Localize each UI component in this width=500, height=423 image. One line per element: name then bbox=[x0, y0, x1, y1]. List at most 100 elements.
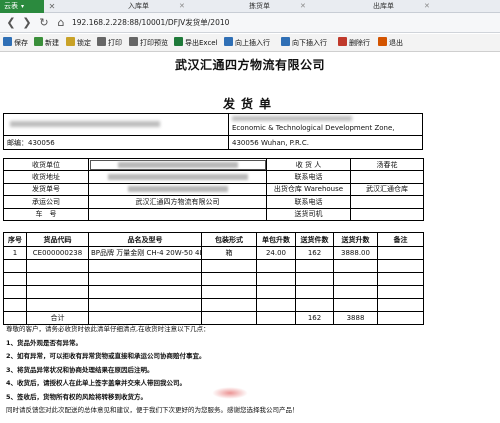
table-row: 收货地址 联系电话 bbox=[3, 170, 424, 184]
table-cell[interactable]: BP品牌 万量金刚 CH-4 20W-50 4L bbox=[88, 246, 202, 260]
close-icon[interactable]: ✕ bbox=[424, 2, 430, 10]
table-cell[interactable] bbox=[26, 285, 89, 299]
column-header: 送货件数 bbox=[295, 232, 334, 247]
carrier-label: 承运公司 bbox=[3, 195, 89, 209]
table-row: 收货单位 收 货 人 汤春花 bbox=[3, 157, 424, 172]
table-cell[interactable] bbox=[333, 259, 378, 273]
carrier-field[interactable]: 武汉汇通四方物流有限公司 bbox=[88, 195, 267, 209]
column-header: 品名及型号 bbox=[88, 232, 202, 247]
table-cell[interactable] bbox=[3, 259, 27, 273]
table-cell[interactable]: 1 bbox=[3, 246, 27, 260]
table-cell[interactable] bbox=[295, 259, 334, 273]
exit-button[interactable]: 退出 bbox=[378, 37, 403, 49]
table-cell[interactable] bbox=[3, 298, 27, 312]
button-label: 退出 bbox=[389, 39, 403, 47]
ship-number-label: 发货单号 bbox=[3, 182, 89, 197]
tab-inbound[interactable]: 入库单 ✕ bbox=[128, 0, 185, 13]
table-cell[interactable] bbox=[377, 246, 424, 260]
url-field[interactable]: 192.168.2.228:88/10001/DFJV发货单/2010 bbox=[72, 17, 229, 29]
table-cell[interactable] bbox=[256, 285, 296, 299]
print-preview-icon bbox=[129, 37, 138, 46]
table-cell[interactable] bbox=[377, 272, 424, 286]
table-cell[interactable] bbox=[201, 272, 257, 286]
table-cell[interactable] bbox=[3, 285, 27, 299]
warehouse-field[interactable]: 武汉汇通仓库 bbox=[350, 182, 424, 197]
redacted-text bbox=[10, 121, 160, 127]
new-button[interactable]: 新建 bbox=[34, 37, 59, 49]
table-cell[interactable] bbox=[201, 298, 257, 312]
tab-outbound[interactable]: 出库单 ✕ bbox=[373, 0, 430, 13]
table-cell[interactable] bbox=[88, 298, 202, 312]
table-row bbox=[3, 298, 424, 312]
print-preview-button[interactable]: 打印预览 bbox=[129, 37, 168, 49]
phone-field[interactable] bbox=[350, 170, 424, 184]
table-cell[interactable] bbox=[333, 272, 378, 286]
ship-number-field[interactable] bbox=[88, 182, 267, 197]
shipping-info-table: 收货单位 收 货 人 汤春花 收货地址 联系电话 发货单号 出货仓库 Wareh… bbox=[3, 157, 424, 221]
driver-field[interactable] bbox=[350, 207, 424, 221]
table-cell[interactable] bbox=[295, 272, 334, 286]
lock-button[interactable]: 锁定 bbox=[66, 37, 91, 49]
table-cell[interactable] bbox=[201, 285, 257, 299]
back-icon[interactable]: ❮ bbox=[4, 16, 18, 30]
table-cell[interactable] bbox=[333, 298, 378, 312]
close-icon[interactable]: ✕ bbox=[179, 2, 185, 10]
table-cell[interactable] bbox=[377, 285, 424, 299]
table-cell[interactable]: 3888.00 bbox=[333, 246, 378, 260]
table-cell[interactable]: 箱 bbox=[201, 246, 257, 260]
receiver-address-field[interactable] bbox=[88, 170, 267, 184]
table-cell[interactable] bbox=[333, 285, 378, 299]
tab-label: 云表 bbox=[4, 2, 18, 10]
save-button[interactable]: 保存 bbox=[3, 37, 28, 49]
table-cell[interactable] bbox=[377, 298, 424, 312]
vehicle-field[interactable] bbox=[88, 207, 267, 221]
table-cell[interactable]: CE000000238 bbox=[26, 246, 89, 260]
redacted-text bbox=[117, 161, 238, 168]
table-cell[interactable] bbox=[26, 259, 89, 273]
tab-picking[interactable]: 拣货单 ✕ bbox=[249, 0, 306, 13]
table-cell[interactable] bbox=[256, 259, 296, 273]
print-button[interactable]: 打印 bbox=[97, 37, 122, 49]
table-row: 车 号 送货司机 bbox=[3, 207, 424, 221]
table-cell[interactable]: 162 bbox=[295, 246, 334, 260]
button-label: 删除行 bbox=[349, 39, 370, 47]
receiver-label: 收 货 人 bbox=[266, 157, 351, 172]
table-row: 1 CE000000238 BP品牌 万量金刚 CH-4 20W-50 4L 箱… bbox=[3, 246, 424, 260]
close-icon[interactable]: ✕ bbox=[46, 0, 58, 13]
forward-icon[interactable]: ❯ bbox=[20, 16, 34, 30]
home-icon[interactable]: ⌂ bbox=[54, 16, 68, 30]
address-bar: ❮ ❯ ↻ ⌂ 192.168.2.228:88/10001/DFJV发货单/2… bbox=[0, 13, 500, 33]
button-label: 新建 bbox=[45, 39, 59, 47]
redacted-text bbox=[127, 186, 228, 193]
table-cell[interactable] bbox=[256, 298, 296, 312]
table-cell[interactable] bbox=[88, 259, 202, 273]
table-cell[interactable] bbox=[201, 259, 257, 273]
receiver-unit-field[interactable] bbox=[88, 157, 267, 172]
tab-yunbiao[interactable]: 云表 ▾ bbox=[0, 0, 44, 13]
export-excel-button[interactable]: 导出Excel bbox=[174, 37, 218, 49]
table-cell[interactable] bbox=[26, 272, 89, 286]
vehicle-label: 车 号 bbox=[3, 207, 89, 221]
carrier-phone-field[interactable] bbox=[350, 195, 424, 209]
table-cell[interactable] bbox=[26, 298, 89, 312]
insert-row-above-button[interactable]: 向上插入行 bbox=[224, 37, 270, 49]
column-header: 包装形式 bbox=[201, 232, 257, 247]
table-cell[interactable] bbox=[377, 259, 424, 273]
driver-label: 送货司机 bbox=[266, 207, 351, 221]
table-cell[interactable] bbox=[88, 285, 202, 299]
delete-row-button[interactable]: 删除行 bbox=[338, 37, 370, 49]
table-cell[interactable] bbox=[88, 272, 202, 286]
chevron-down-icon[interactable]: ▾ bbox=[21, 3, 24, 10]
print-icon bbox=[97, 37, 106, 46]
table-cell[interactable]: 24.00 bbox=[256, 246, 296, 260]
receiver-field[interactable]: 汤春花 bbox=[350, 157, 424, 172]
reload-icon[interactable]: ↻ bbox=[37, 16, 51, 30]
table-cell[interactable] bbox=[256, 272, 296, 286]
table-cell[interactable] bbox=[295, 285, 334, 299]
divider bbox=[228, 114, 229, 149]
close-icon[interactable]: ✕ bbox=[300, 2, 306, 10]
postcode: 邮编：430056 bbox=[7, 139, 55, 147]
table-cell[interactable] bbox=[295, 298, 334, 312]
table-cell[interactable] bbox=[3, 272, 27, 286]
insert-row-below-button[interactable]: 向下插入行 bbox=[281, 37, 327, 49]
